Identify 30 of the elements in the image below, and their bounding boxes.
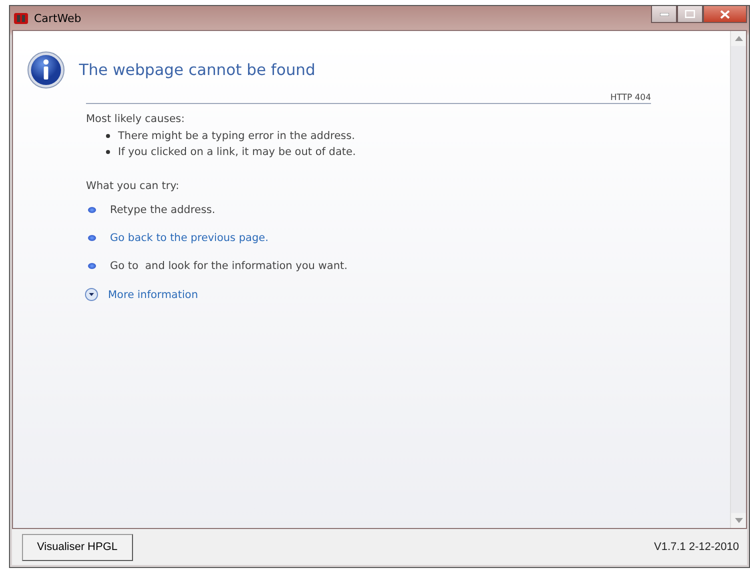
maximize-icon [685, 10, 695, 18]
bullet-icon [106, 134, 110, 138]
bullet-icon [88, 235, 96, 241]
more-info-link[interactable]: More information [108, 288, 198, 300]
close-button[interactable] [703, 6, 747, 23]
cause-text: There might be a typing error in the address. [118, 129, 355, 144]
causes-title: Most likely causes: [86, 113, 186, 125]
expand-icon[interactable] [85, 288, 98, 301]
visualiser-button[interactable]: Visualiser HPGL [22, 534, 132, 560]
minimize-icon [660, 12, 668, 16]
try-title: What you can try: [86, 180, 180, 192]
bullet-icon [106, 150, 110, 154]
suggestion-text: Retype the address. [110, 204, 216, 216]
bullet-icon [88, 263, 96, 269]
close-icon [720, 10, 730, 18]
window-title: CartWeb [34, 12, 82, 24]
error-heading: The webpage cannot be found [79, 61, 316, 79]
back-link[interactable]: Go back to the previous page. [110, 232, 268, 244]
bullet-icon [88, 207, 96, 213]
scroll-up-icon[interactable] [734, 36, 742, 41]
cause-text: If you clicked on a link, it may be out of date. [118, 145, 356, 160]
version-label: V1.7.1 2-12-2010 [654, 541, 739, 553]
status-code: HTTP 404 [610, 93, 651, 103]
minimize-button[interactable] [651, 6, 677, 23]
scrollbar[interactable] [730, 31, 746, 528]
maximize-button[interactable] [677, 6, 703, 23]
scroll-down-icon[interactable] [734, 518, 742, 523]
app-icon [14, 12, 28, 24]
info-icon [27, 51, 65, 89]
suggestion-text: Go to and look for the information you want. [110, 260, 348, 272]
